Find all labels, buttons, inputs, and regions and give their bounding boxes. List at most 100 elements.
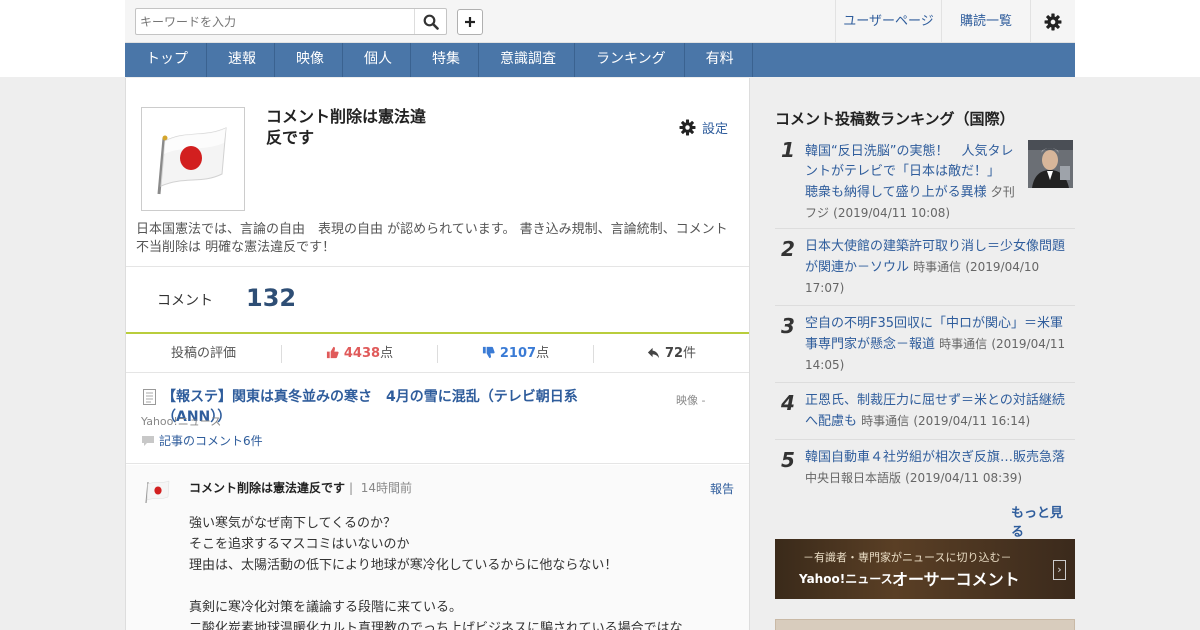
settings-label: 設定 bbox=[702, 122, 729, 137]
likes-count: 4438点 bbox=[282, 335, 437, 373]
ranking-item-link[interactable]: 韓国自動車４社労組が相次ぎ反旗…販売急落 中央日報日本語版 (2019/04/1… bbox=[805, 448, 1073, 489]
nav-item-paid[interactable]: 有料 bbox=[685, 43, 753, 77]
ranking-sidebar: コメント投稿数ランキング（国際） 1 韓国“反日洗脳”の実態！ 人気タレントがテ… bbox=[775, 78, 1075, 630]
search-icon bbox=[423, 14, 439, 30]
ranking-item: 4 正恩氏、制裁圧力に屈せず＝米との対話継続へ配慮も 時事通信 (2019/04… bbox=[775, 383, 1075, 440]
comment-count-value: 132 bbox=[246, 284, 297, 312]
ranking-item: 2 日本大使館の建築許可取り消し＝少女像問題が関連か－ソウル 時事通信 (201… bbox=[775, 229, 1075, 306]
divider bbox=[126, 266, 749, 267]
rank-number: 1 bbox=[781, 138, 795, 162]
ranking-item-date: (2019/04/11 16:14) bbox=[913, 414, 1031, 428]
reply-icon bbox=[647, 347, 660, 359]
accent-divider bbox=[126, 332, 749, 334]
article-source: Yahoo!ニュース bbox=[141, 415, 222, 428]
ranking-item-link[interactable]: 日本大使館の建築許可取り消し＝少女像問題が関連か－ソウル 時事通信 (2019/… bbox=[805, 237, 1073, 299]
ranking-item-title: 韓国自動車４社労組が相次ぎ反旗…販売急落 bbox=[805, 450, 1066, 465]
rank-number: 2 bbox=[781, 237, 795, 261]
comment-line: 真剣に寒冷化対策を議論する段階に来ている。 bbox=[189, 600, 463, 615]
comment-author: コメント削除は憲法違反です bbox=[189, 481, 346, 495]
article-comments-label: 記事のコメント6件 bbox=[159, 434, 263, 448]
thumbs-down-icon bbox=[482, 346, 495, 359]
ranking-item-title: 韓国“反日洗脳”の実態！ 人気タレントがテレビで「日本は敵だ！」 聴衆も納得して… bbox=[805, 144, 1014, 200]
ranking-item: 5 韓国自動車４社労組が相次ぎ反旗…販売急落 中央日報日本語版 (2019/04… bbox=[775, 440, 1075, 497]
commenter-avatar-flag-icon bbox=[145, 480, 170, 504]
profile-settings-link[interactable]: 設定 bbox=[679, 118, 728, 137]
article-category: 映像 - bbox=[676, 394, 706, 407]
rank-number: 5 bbox=[781, 448, 795, 472]
evaluation-label: 投稿の評価 bbox=[170, 346, 236, 361]
ranking-item: 3 空自の不明F35回収に「中ロが関心」＝米軍事専門家が懸念－報道 時事通信 (… bbox=[775, 306, 1075, 383]
ranking-item-source: 時事通信 bbox=[861, 414, 910, 428]
replies-count: 72件 bbox=[594, 335, 749, 373]
comment-time-value: 14時間前 bbox=[360, 481, 412, 495]
profile-name: コメント削除は憲法違反です bbox=[266, 107, 427, 147]
subscriptions-link[interactable]: 購読一覧 bbox=[941, 0, 1030, 43]
profile-description: 日本国憲法では、言論の自由 表現の自由 が認められています。 書き込み規制、言論… bbox=[136, 222, 728, 255]
ranking-item-date: (2019/04/11 08:39) bbox=[905, 471, 1023, 485]
rank-number: 4 bbox=[781, 391, 795, 415]
secondary-banner[interactable] bbox=[775, 619, 1075, 630]
rank-number: 3 bbox=[781, 314, 795, 338]
profile-main: コメント削除は憲法違反です 設定 日本国憲法では、言論の自由 表現の自由 が認め… bbox=[125, 78, 750, 630]
gear-icon bbox=[1044, 13, 1062, 30]
add-button[interactable] bbox=[457, 9, 483, 35]
profile-avatar bbox=[141, 107, 245, 211]
speech-bubble-icon bbox=[142, 435, 154, 446]
search-input[interactable] bbox=[140, 14, 410, 30]
replies-value: 72 bbox=[664, 346, 684, 361]
ranking-title: コメント投稿数ランキング（国際） bbox=[775, 110, 1015, 128]
comment-line: そこを追求するマスコミはいないのか bbox=[189, 537, 410, 552]
ranking-item-source: 時事通信 bbox=[939, 337, 988, 351]
thumbs-up-icon bbox=[326, 346, 339, 359]
user-page-link[interactable]: ユーザーページ bbox=[835, 0, 941, 43]
comment-line: 二酸化炭素地球温暖化カルト真理教のでっち上げビジネスに騙されている場合ではな bbox=[189, 621, 683, 630]
document-icon bbox=[143, 389, 156, 405]
comment-item: コメント削除は憲法違反です | 14時間前 報告 強い寒気がなぜ南下してくるのか… bbox=[126, 465, 749, 630]
likes-unit: 点 bbox=[380, 346, 394, 361]
more-link[interactable]: もっと見る bbox=[1011, 502, 1075, 540]
banner-heading: オーサーコメント bbox=[892, 570, 1020, 589]
japan-flag-icon bbox=[157, 127, 227, 195]
article-title-link[interactable]: 【報ステ】関東は真冬並みの寒さ 4月の雪に混乱（テレビ朝日系（ANN）） bbox=[162, 387, 632, 427]
banner-brand: Yahoo!ニュース bbox=[799, 572, 893, 586]
nav-item-survey[interactable]: 意識調査 bbox=[479, 43, 575, 77]
top-bar: ユーザーページ 購読一覧 bbox=[125, 0, 1075, 43]
nav-item-video[interactable]: 映像 bbox=[275, 43, 343, 77]
banner-tagline: －有識者・専門家がニュースに切り込む－ bbox=[803, 551, 1012, 564]
gear-icon bbox=[679, 119, 696, 136]
ranking-item-link[interactable]: 空自の不明F35回収に「中ロが関心」＝米軍事専門家が懸念－報道 時事通信 (20… bbox=[805, 314, 1073, 376]
dislikes-count: 2107点 bbox=[438, 335, 593, 373]
nav-item-feature[interactable]: 特集 bbox=[411, 43, 479, 77]
likes-value: 4438 bbox=[343, 346, 381, 361]
comment-body: 強い寒気がなぜ南下してくるのか？ そこを追求するマスコミはいないのか 理由は、太… bbox=[189, 513, 734, 630]
search-box bbox=[135, 8, 447, 35]
ranking-item-link[interactable]: 韓国“反日洗脳”の実態！ 人気タレントがテレビで「日本は敵だ！」 聴衆も納得して… bbox=[805, 142, 1017, 224]
ranking-item-source: 中央日報日本語版 bbox=[805, 471, 902, 485]
main-nav: トップ 速報 映像 個人 特集 意識調査 ランキング 有料 bbox=[125, 43, 1075, 77]
comment-line bbox=[189, 576, 734, 597]
settings-button[interactable] bbox=[1030, 0, 1075, 43]
chevron-right-icon: › bbox=[1053, 560, 1066, 580]
dislikes-value: 2107 bbox=[499, 346, 537, 361]
nav-item-ranking[interactable]: ランキング bbox=[575, 43, 685, 77]
dislikes-unit: 点 bbox=[536, 346, 550, 361]
nav-item-individual[interactable]: 個人 bbox=[343, 43, 411, 77]
nav-item-breaking[interactable]: 速報 bbox=[207, 43, 275, 77]
comment-time: | 14時間前 bbox=[349, 479, 412, 496]
plus-icon bbox=[465, 17, 475, 27]
article-comments-link[interactable]: 記事のコメント6件 bbox=[141, 432, 263, 449]
nav-item-top[interactable]: トップ bbox=[125, 43, 207, 77]
comment-line: 理由は、太陽活動の低下により地球が寒冷化しているからに他ならない！ bbox=[189, 558, 618, 573]
comment-line: 強い寒気がなぜ南下してくるのか？ bbox=[189, 516, 396, 531]
report-link[interactable]: 報告 bbox=[710, 480, 734, 497]
comment-separator: | bbox=[349, 481, 354, 495]
ranking-item-link[interactable]: 正恩氏、制裁圧力に屈せず＝米との対話継続へ配慮も 時事通信 (2019/04/1… bbox=[805, 391, 1073, 432]
ranking-thumbnail bbox=[1028, 140, 1073, 188]
author-comment-banner[interactable]: －有識者・専門家がニュースに切り込む－ Yahoo!ニュース オーサーコメント … bbox=[775, 539, 1075, 599]
ranking-item-source: 時事通信 bbox=[913, 260, 962, 274]
replies-unit: 件 bbox=[683, 346, 697, 361]
search-button[interactable] bbox=[414, 9, 446, 34]
ranking-item-date: (2019/04/11 10:08) bbox=[833, 206, 951, 220]
comment-count-label: コメント bbox=[157, 293, 213, 309]
evaluation-row: 投稿の評価 4438点 2107点 72件 bbox=[126, 335, 749, 373]
